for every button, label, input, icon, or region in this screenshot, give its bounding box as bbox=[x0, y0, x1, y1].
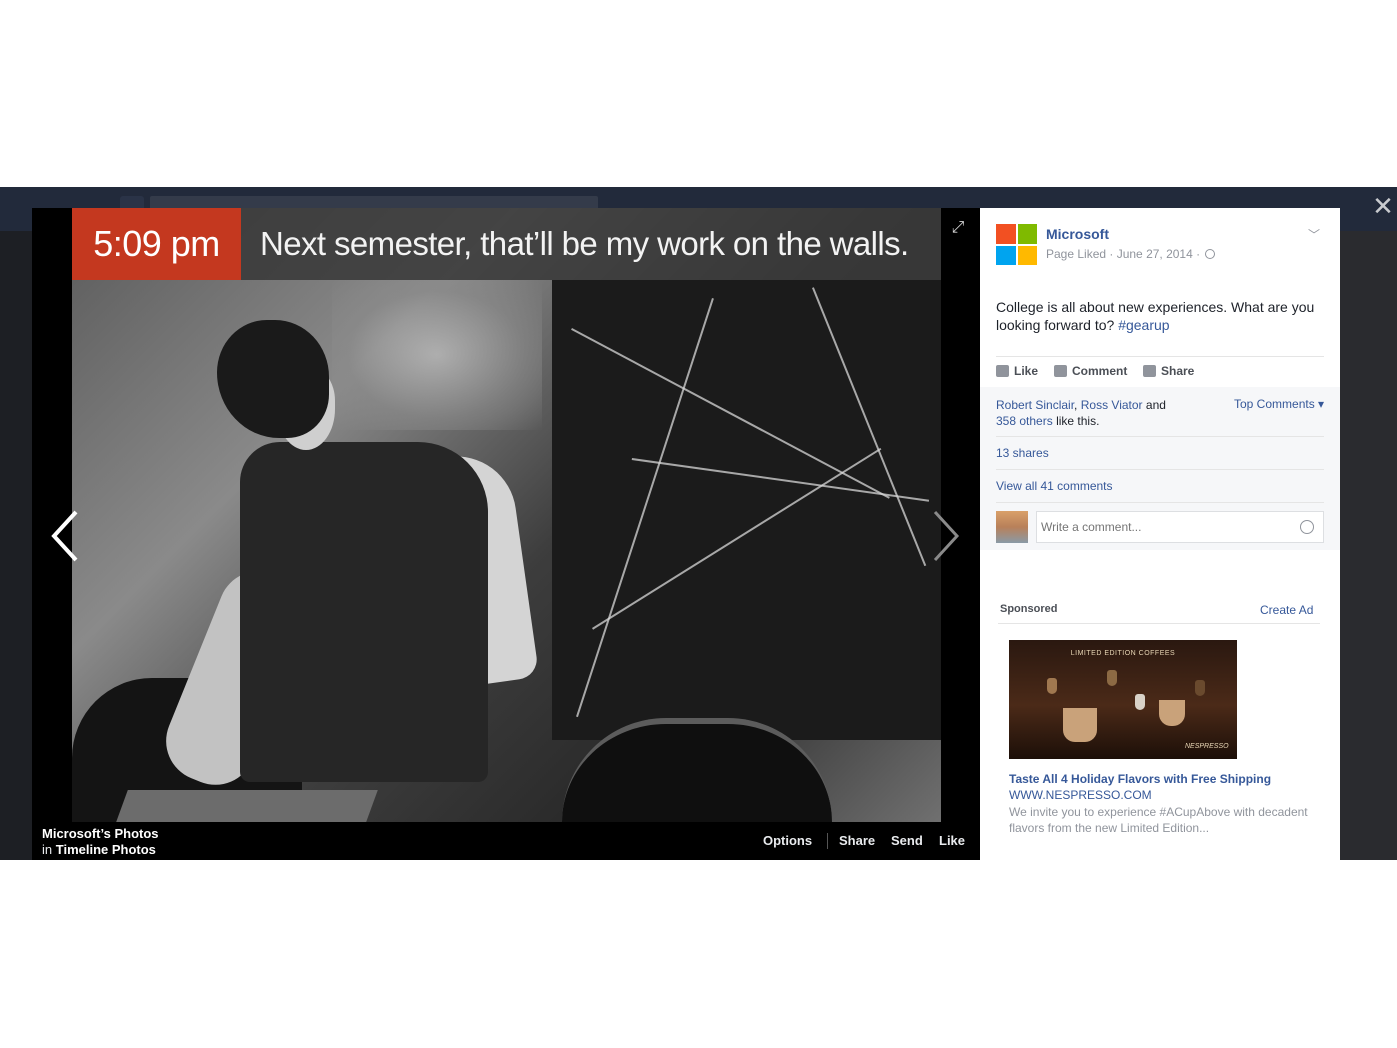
footer-divider bbox=[827, 833, 828, 849]
photo-viewer: 5:09 pm Next semester, that’ll be my wor… bbox=[32, 208, 980, 860]
liker-link[interactable]: Robert Sinclair bbox=[996, 398, 1074, 412]
ad-description: We invite you to experience #ACupAbove w… bbox=[1009, 805, 1308, 835]
ad-capsule bbox=[1047, 678, 1057, 694]
logo-square bbox=[1017, 224, 1037, 244]
post-meta-text: Page Liked · June 27, 2014 · bbox=[1046, 247, 1201, 261]
post-header: Microsoft Page Liked · June 27, 2014 · ﹀… bbox=[980, 208, 1340, 387]
ad-capsule bbox=[1195, 680, 1205, 696]
footer-share-button[interactable]: Share bbox=[839, 833, 875, 848]
footer-send-button[interactable]: Send bbox=[891, 833, 923, 848]
divider bbox=[996, 502, 1324, 503]
liker-separator: , bbox=[1074, 398, 1078, 412]
shares-link[interactable]: 13 shares bbox=[996, 446, 1049, 460]
logo-square bbox=[996, 245, 1016, 265]
comment-input[interactable] bbox=[1036, 511, 1324, 543]
album-prefix: in bbox=[42, 842, 53, 857]
ad-banner-text: LIMITED EDITION COFFEES bbox=[1070, 650, 1176, 657]
view-comments-link[interactable]: View all 41 comments bbox=[996, 479, 1113, 493]
comment-icon bbox=[1054, 365, 1067, 377]
ad-capsule bbox=[1135, 694, 1145, 710]
share-button[interactable]: Share bbox=[1143, 364, 1194, 378]
footer-like-button[interactable]: Like bbox=[939, 833, 965, 848]
prev-arrow-icon[interactable] bbox=[46, 508, 86, 564]
album-owner-link[interactable]: Microsoft’s Photos bbox=[42, 826, 159, 841]
divider bbox=[998, 623, 1320, 624]
photo-caption-bar: 5:09 pm Next semester, that’ll be my wor… bbox=[72, 208, 941, 280]
share-icon bbox=[1143, 365, 1156, 377]
sponsored-label: Sponsored bbox=[1000, 603, 1058, 615]
background-ticker bbox=[1340, 231, 1397, 860]
photo[interactable]: 5:09 pm Next semester, that’ll be my wor… bbox=[72, 208, 941, 822]
post-text: College is all about new experiences. Wh… bbox=[996, 298, 1326, 334]
ad-image[interactable]: LIMITED EDITION COFFEES NESPRESSO bbox=[1009, 640, 1237, 759]
fullscreen-icon[interactable]: ⤢ bbox=[948, 218, 968, 238]
ad-cup bbox=[1063, 708, 1097, 742]
likers-suffix: like this. bbox=[1056, 414, 1100, 428]
avatar[interactable] bbox=[996, 511, 1028, 543]
photo-caption: Next semester, that’ll be my work on the… bbox=[260, 225, 909, 262]
globe-icon bbox=[1205, 249, 1216, 259]
like-icon bbox=[996, 365, 1009, 377]
liker-link[interactable]: Ross Viator bbox=[1081, 398, 1143, 412]
post-side-panel: Microsoft Page Liked · June 27, 2014 · ﹀… bbox=[980, 208, 1340, 860]
time-chip: 5:09 pm bbox=[72, 208, 241, 280]
top-comments-dropdown[interactable]: Top Comments ▾ bbox=[1234, 397, 1324, 411]
ad-title-link[interactable]: Taste All 4 Holiday Flavors with Free Sh… bbox=[1009, 772, 1271, 786]
logo-square bbox=[1017, 245, 1037, 265]
comment-button[interactable]: Comment bbox=[1054, 364, 1127, 378]
post-area: Microsoft Page Liked · June 27, 2014 · ﹀… bbox=[980, 208, 1340, 550]
others-link[interactable]: 358 others bbox=[996, 414, 1053, 428]
photo-theater-overlay: ✕ 5:09 pm Next semester, that’ll be my w… bbox=[0, 187, 1397, 860]
microsoft-logo[interactable] bbox=[996, 224, 1037, 265]
logo-square bbox=[996, 224, 1016, 244]
post-action-bar: Like Comment Share bbox=[996, 356, 1324, 387]
likers-and: and bbox=[1145, 398, 1166, 412]
emoji-icon[interactable] bbox=[1300, 520, 1314, 534]
album-link[interactable]: Timeline Photos bbox=[56, 842, 156, 857]
like-button[interactable]: Like bbox=[996, 364, 1038, 378]
next-arrow-icon[interactable] bbox=[925, 508, 965, 564]
divider bbox=[996, 436, 1324, 437]
chevron-down-icon[interactable]: ﹀ bbox=[1306, 226, 1322, 242]
ad-capsule bbox=[1107, 670, 1117, 686]
photo-footer: Microsoft’s Photos in Timeline Photos Op… bbox=[32, 822, 980, 860]
hashtag-link[interactable]: #gearup bbox=[1118, 317, 1169, 333]
comment-label: Comment bbox=[1072, 364, 1128, 378]
share-label: Share bbox=[1161, 364, 1195, 378]
album-line: in Timeline Photos bbox=[42, 842, 156, 857]
options-button[interactable]: Options bbox=[763, 833, 812, 848]
page-name-link[interactable]: Microsoft bbox=[1046, 226, 1109, 242]
create-ad-link[interactable]: Create Ad bbox=[1260, 603, 1313, 617]
photo-person-vest bbox=[240, 442, 488, 782]
close-icon[interactable]: ✕ bbox=[1370, 193, 1396, 219]
post-meta: Page Liked · June 27, 2014 · bbox=[1046, 247, 1216, 261]
ad-cup bbox=[1159, 700, 1185, 726]
photo-person-hair bbox=[217, 320, 329, 438]
photo-lamp bbox=[332, 280, 542, 430]
like-label: Like bbox=[1014, 364, 1039, 378]
ad-brand-text: NESPRESSO bbox=[1185, 743, 1229, 750]
ad-url-link[interactable]: WWW.NESPRESSO.COM bbox=[1009, 788, 1152, 802]
photo-tablet bbox=[116, 790, 378, 822]
divider bbox=[996, 469, 1324, 470]
